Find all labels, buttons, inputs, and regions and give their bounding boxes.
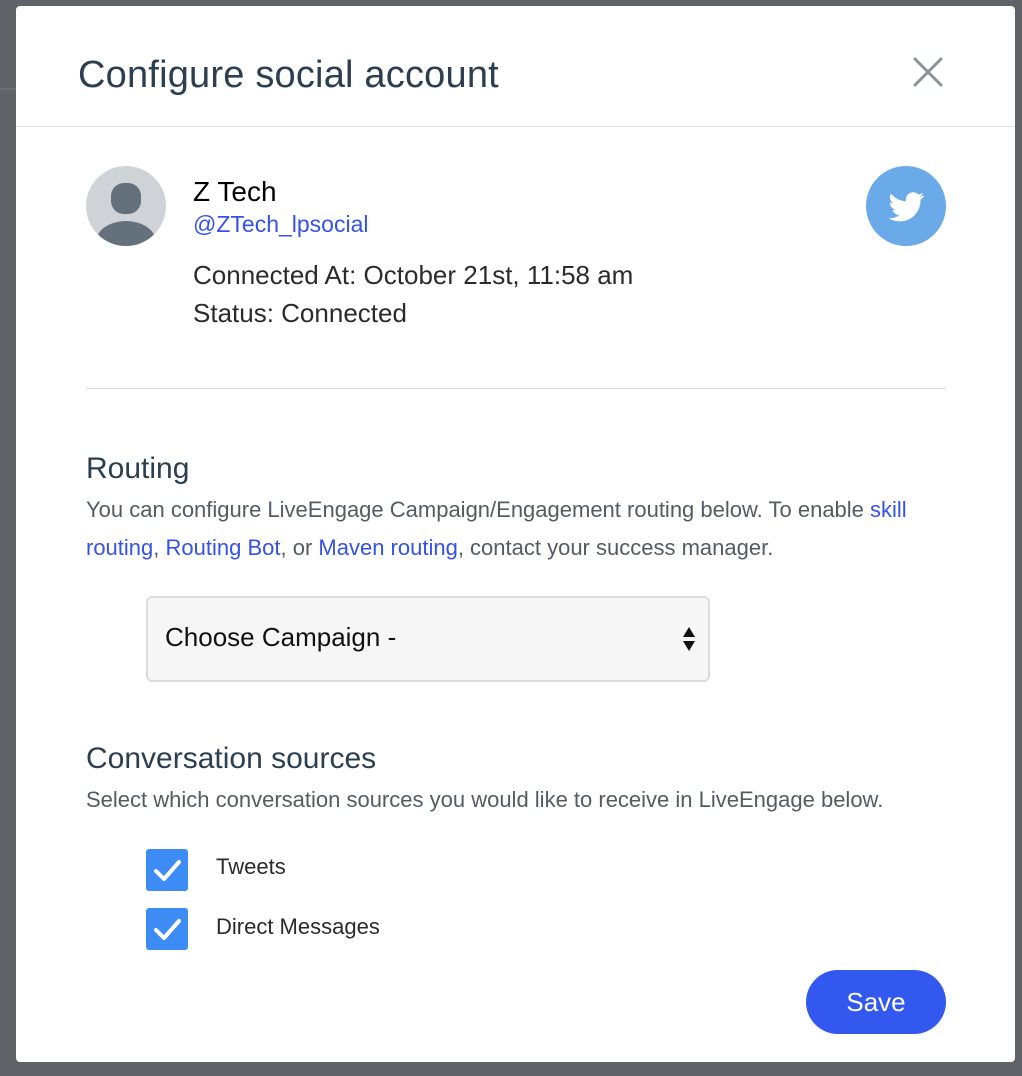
- background-divider: [0, 88, 16, 90]
- select-arrows-icon: [682, 625, 696, 653]
- routing-desc-text: , contact your success manager.: [457, 535, 774, 560]
- save-button[interactable]: Save: [806, 970, 946, 1034]
- tweets-label: Tweets: [216, 854, 286, 879]
- routing-desc-sep: ,: [153, 535, 166, 560]
- routing-desc-text: You can configure LiveEngage Campaign/En…: [86, 497, 871, 522]
- tweets-checkbox[interactable]: [146, 849, 188, 891]
- status-text: Status: Connected: [193, 298, 407, 328]
- routing-title: Routing: [86, 452, 190, 485]
- direct-messages-checkbox[interactable]: [146, 908, 188, 950]
- user-placeholder-icon: [96, 183, 156, 246]
- routing-bot-link[interactable]: Routing Bot: [166, 535, 281, 560]
- checkmark-icon: [154, 860, 181, 881]
- twitter-icon: [866, 166, 946, 246]
- account-handle-link[interactable]: @ZTech_lpsocial: [193, 211, 368, 238]
- maven-routing-link[interactable]: Maven routing: [318, 535, 457, 560]
- conversation-sources-title: Conversation sources: [86, 742, 377, 775]
- conversation-sources-description: Select which conversation sources you wo…: [86, 787, 884, 812]
- routing-description: You can configure LiveEngage Campaign/En…: [86, 491, 966, 567]
- avatar: [86, 166, 166, 246]
- checkmark-icon: [154, 919, 181, 940]
- close-icon[interactable]: [912, 56, 944, 88]
- configure-account-modal: Configure social account Z Tech @ZTech_l…: [16, 6, 1015, 1062]
- connected-at-text: Connected At: October 21st, 11:58 am: [193, 260, 634, 290]
- routing-desc-sep: , or: [280, 535, 319, 560]
- account-name: Z Tech: [193, 176, 277, 207]
- campaign-select[interactable]: Choose Campaign -: [146, 596, 710, 682]
- modal-title: Configure social account: [78, 54, 499, 96]
- direct-messages-label: Direct Messages: [216, 914, 380, 939]
- modal-header: Configure social account: [16, 6, 1015, 127]
- section-divider: [86, 388, 946, 389]
- campaign-select-value: Choose Campaign -: [165, 622, 397, 652]
